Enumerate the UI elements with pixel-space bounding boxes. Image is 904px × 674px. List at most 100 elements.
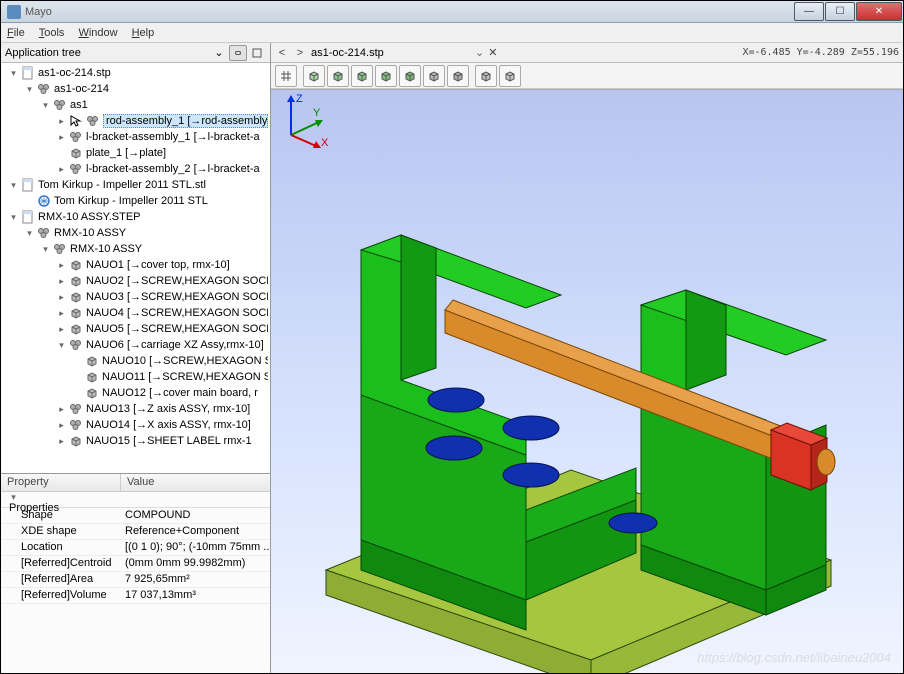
view-back-button[interactable] — [399, 65, 421, 87]
doc-icon — [21, 66, 35, 80]
asm-icon — [37, 82, 51, 96]
nav-back-icon[interactable]: < — [275, 47, 289, 59]
tree-item[interactable]: ▸NAUO15 [→SHEET LABEL rmx-1 — [1, 433, 270, 449]
view-fit-button[interactable] — [275, 65, 297, 87]
tree-toggle-icon[interactable]: ▾ — [9, 213, 18, 222]
tree-toggle-icon[interactable]: ▸ — [57, 405, 66, 414]
tree-toggle-icon[interactable]: ▾ — [41, 245, 50, 254]
tree-item[interactable]: NAUO11 [→SCREW,HEXAGON S — [1, 369, 270, 385]
tree-toggle-icon[interactable]: ▸ — [57, 325, 66, 334]
svg-text:Z: Z — [296, 93, 303, 105]
tree-toggle-icon[interactable] — [57, 149, 66, 158]
menu-help[interactable]: Help — [132, 27, 155, 39]
tab-close-icon[interactable]: ✕ — [488, 46, 502, 59]
tree-item[interactable]: ▾ NAUO6 [→carriage XZ Assy,rmx-10] — [1, 337, 270, 353]
property-row[interactable]: XDE shapeReference+Component — [1, 524, 270, 540]
tree-item[interactable]: ▸NAUO14 [→X axis ASSY, rmx-10] — [1, 417, 270, 433]
3d-canvas[interactable]: Z Y X https://blog.csdn.net/libaineu2004 — [271, 89, 903, 673]
tree-toggle-icon[interactable]: ▸ — [57, 165, 66, 174]
view-persp-button[interactable] — [475, 65, 497, 87]
tree-item[interactable]: Tom Kirkup - Impeller 2011 STL — [1, 193, 270, 209]
view-left-button[interactable] — [423, 65, 445, 87]
property-row[interactable]: Location[(0 1 0); 90°; (-10mm 75mm ... — [1, 540, 270, 556]
tree-item[interactable]: ▾as1-oc-214 — [1, 81, 270, 97]
properties-group[interactable]: ▾Properties — [1, 492, 270, 508]
tree-item[interactable]: ▾ RMX-10 ASSY — [1, 241, 270, 257]
tree-item[interactable]: ▾ RMX-10 ASSY.STEP — [1, 209, 270, 225]
tree-item[interactable]: ▾RMX-10 ASSY — [1, 225, 270, 241]
property-row[interactable]: ShapeCOMPOUND — [1, 508, 270, 524]
nav-forward-icon[interactable]: > — [293, 47, 307, 59]
tree-item[interactable]: ▸l-bracket-assembly_1 [→l-bracket-a — [1, 129, 270, 145]
menu-tools[interactable]: Tools — [39, 27, 65, 39]
tree-item[interactable]: ▸NAUO13 [→Z axis ASSY, rmx-10] — [1, 401, 270, 417]
tree-item[interactable]: NAUO12 [→cover main board, r — [1, 385, 270, 401]
tree-item-label: l-bracket-assembly_2 [→l-bracket-a — [86, 163, 260, 175]
tree-toggle-icon[interactable]: ▸ — [57, 117, 66, 126]
tree-item[interactable]: ▾ as1 — [1, 97, 270, 113]
tree-toggle-icon[interactable]: ▾ — [57, 341, 66, 350]
asm-icon — [37, 226, 51, 240]
property-value: Reference+Component — [121, 524, 270, 539]
tree-toggle-icon[interactable]: ▾ — [9, 181, 18, 190]
application-tree[interactable]: ▾as1-oc-214.stp▾as1-oc-214▾as1▸rod-assem… — [1, 63, 270, 473]
tree-item[interactable]: plate_1 [→plate] — [1, 145, 270, 161]
tree-toggle-icon[interactable]: ▸ — [57, 293, 66, 302]
asm-icon — [53, 98, 67, 112]
tree-toggle-icon[interactable]: ▸ — [57, 309, 66, 318]
tree-item[interactable]: ▸ l-bracket-assembly_2 [→l-bracket-a — [1, 161, 270, 177]
mesh-icon — [37, 194, 51, 208]
tree-toggle-icon[interactable]: ▸ — [57, 421, 66, 430]
tree-item-label: RMX-10 ASSY.STEP — [38, 211, 141, 223]
tree-item[interactable]: ▸NAUO1 [→cover top, rmx-10] — [1, 257, 270, 273]
part-icon — [69, 306, 83, 320]
tree-toggle-icon[interactable]: ▾ — [9, 69, 18, 78]
tree-item[interactable]: ▾Tom Kirkup - Impeller 2011 STL.stl — [1, 177, 270, 193]
tree-toggle-icon[interactable]: ▸ — [57, 261, 66, 270]
tree-toggle-icon[interactable]: ▾ — [25, 229, 34, 238]
menu-window[interactable]: Window — [78, 27, 117, 39]
tree-item[interactable]: ▸NAUO2 [→SCREW,HEXAGON SOCK — [1, 273, 270, 289]
view-front-button[interactable] — [375, 65, 397, 87]
view-iso-button[interactable] — [303, 65, 325, 87]
view-bottom-button[interactable] — [351, 65, 373, 87]
tree-toggle-icon[interactable]: ▸ — [57, 277, 66, 286]
view-right-button[interactable] — [447, 65, 469, 87]
tree-item[interactable]: ▸NAUO3 [→SCREW,HEXAGON SOCK — [1, 289, 270, 305]
tree-item[interactable]: ▸NAUO5 [→SCREW,HEXAGON SOCK — [1, 321, 270, 337]
tree-item-label: NAUO6 [→carriage XZ Assy,rmx-10] — [86, 339, 264, 351]
part-icon — [69, 146, 83, 160]
link-icon[interactable] — [229, 45, 247, 61]
menu-file[interactable]: File — [7, 27, 25, 39]
tree-toggle-icon[interactable]: ▸ — [57, 437, 66, 446]
collapse-icon[interactable] — [248, 45, 266, 61]
tree-item[interactable]: ▾as1-oc-214.stp — [1, 65, 270, 81]
tree-toggle-icon[interactable] — [25, 197, 34, 206]
tree-item-label: RMX-10 ASSY — [70, 243, 142, 255]
tree-item[interactable]: NAUO10 [→SCREW,HEXAGON S — [1, 353, 270, 369]
properties-header: Property Value — [1, 474, 270, 492]
left-bracket-shape — [361, 235, 636, 630]
tree-toggle-icon[interactable] — [73, 357, 82, 366]
view-top-button[interactable] — [327, 65, 349, 87]
tree-toggle-icon[interactable] — [73, 389, 82, 398]
tree-toggle-icon[interactable] — [73, 373, 82, 382]
maximize-button[interactable]: ☐ — [825, 2, 855, 21]
tab-label[interactable]: as1-oc-214.stp — [311, 47, 471, 59]
tree-toggle-icon[interactable]: ▸ — [57, 133, 66, 142]
property-row[interactable]: [Referred]Area7 925,65mm² — [1, 572, 270, 588]
tab-dropdown-icon[interactable]: ⌄ — [475, 46, 484, 59]
property-row[interactable]: [Referred]Volume17 037,13mm³ — [1, 588, 270, 604]
tree-item[interactable]: ▸NAUO4 [→SCREW,HEXAGON SOCK — [1, 305, 270, 321]
tree-item-label: as1 — [70, 99, 88, 111]
property-value: [(0 1 0); 90°; (-10mm 75mm ... — [121, 540, 270, 555]
tree-toggle-icon[interactable]: ▾ — [41, 101, 50, 110]
tree-dropdown-icon[interactable]: ⌄ — [210, 45, 228, 61]
close-button[interactable]: ✕ — [856, 2, 902, 21]
menu-bar: File Tools Window Help — [1, 23, 903, 43]
property-row[interactable]: [Referred]Centroid(0mm 0mm 99.9982mm) — [1, 556, 270, 572]
minimize-button[interactable]: — — [794, 2, 824, 21]
tree-item[interactable]: ▸rod-assembly_1 [→rod-assembly] — [1, 113, 270, 129]
tree-toggle-icon[interactable]: ▾ — [25, 85, 34, 94]
view-ortho-button[interactable] — [499, 65, 521, 87]
